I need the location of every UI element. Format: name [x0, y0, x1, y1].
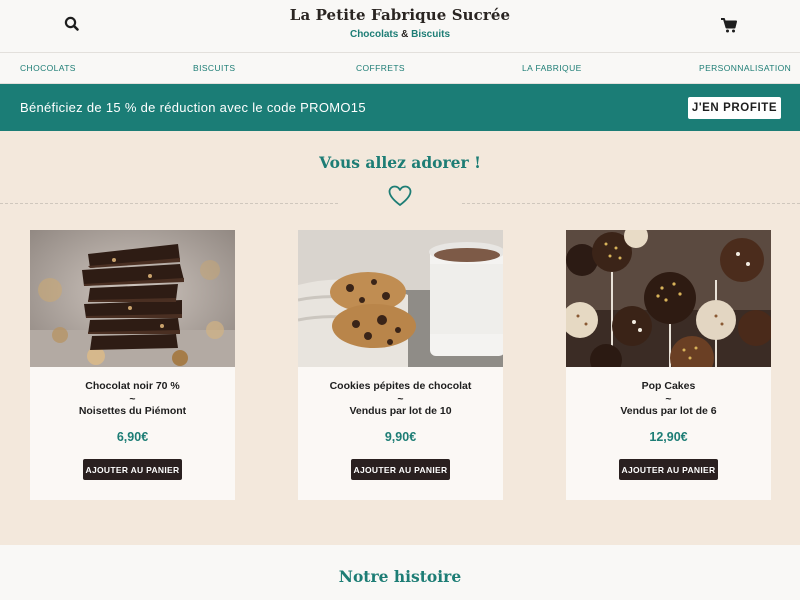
promo-cta-button[interactable]: J'EN PROFITE: [688, 97, 781, 119]
brand-subtitle-ampersand: &: [401, 29, 409, 40]
product-card[interactable]: Chocolat noir 70 % ~ Noisettes du Piémon…: [30, 230, 235, 500]
product-name-line2: Noisettes du Piémont: [78, 405, 187, 417]
product-name-separator: ~: [129, 392, 136, 405]
nav-item-coffrets[interactable]: COFFRETS: [356, 63, 405, 73]
product-name: Cookies pépites de chocolat ~ Vendus par…: [298, 380, 503, 418]
product-name-line2: Vendus par lot de 10: [349, 405, 452, 417]
section-divider-right: [462, 203, 800, 204]
heart-icon: [388, 185, 412, 206]
product-price: 6,90€: [116, 430, 149, 444]
nav-item-la-fabrique[interactable]: LA FABRIQUE: [522, 63, 582, 73]
cart-button[interactable]: [719, 15, 739, 35]
main-nav: CHOCOLATS BISCUITS COFFRETS LA FABRIQUE …: [0, 53, 800, 84]
brand-subtitle: Chocolats & Biscuits: [0, 29, 800, 40]
promo-banner: Bénéficiez de 15 % de réduction avec le …: [0, 84, 800, 131]
promo-text: Bénéficiez de 15 % de réduction avec le …: [20, 100, 366, 115]
story-title: Notre histoire: [338, 567, 462, 586]
product-name-separator: ~: [665, 392, 672, 405]
cart-icon: [721, 18, 737, 33]
featured-products-section: Vous allez adorer ! Chocolat noir 70 % ~…: [0, 131, 800, 545]
site-header: La Petite Fabrique Sucrée Chocolats & Bi…: [0, 0, 800, 53]
product-card[interactable]: Pop Cakes ~ Vendus par lot de 6 12,90€ A…: [566, 230, 771, 500]
brand[interactable]: La Petite Fabrique Sucrée Chocolats & Bi…: [0, 6, 800, 40]
brand-subtitle-biscuits: Biscuits: [411, 29, 451, 40]
add-to-cart-button[interactable]: AJOUTER AU PANIER: [351, 459, 450, 480]
product-card[interactable]: Cookies pépites de chocolat ~ Vendus par…: [298, 230, 503, 500]
add-to-cart-button[interactable]: AJOUTER AU PANIER: [619, 459, 718, 480]
product-name-line1: Cookies pépites de chocolat: [329, 380, 472, 392]
section-divider-left: [0, 203, 338, 204]
product-price: 9,90€: [384, 430, 417, 444]
product-price: 12,90€: [649, 430, 688, 444]
section-title: Vous allez adorer !: [319, 153, 481, 172]
product-name: Chocolat noir 70 % ~ Noisettes du Piémon…: [30, 380, 235, 418]
product-name-line2: Vendus par lot de 6: [620, 405, 717, 417]
add-to-cart-button[interactable]: AJOUTER AU PANIER: [83, 459, 182, 480]
dark-chocolate-stack-image[interactable]: [30, 230, 235, 367]
product-name-line1: Pop Cakes: [641, 380, 696, 392]
product-name: Pop Cakes ~ Vendus par lot de 6: [566, 380, 771, 418]
product-name-separator: ~: [397, 392, 404, 405]
story-section: Notre histoire: [0, 545, 800, 600]
nav-item-personnalisation[interactable]: PERSONNALISATION: [699, 63, 791, 73]
brand-title: La Petite Fabrique Sucrée: [289, 6, 511, 24]
pop-cakes-image[interactable]: [566, 230, 771, 367]
brand-subtitle-chocolats: Chocolats: [349, 29, 399, 40]
cookies-and-hot-chocolate-image[interactable]: [298, 230, 503, 367]
product-name-line1: Chocolat noir 70 %: [85, 380, 180, 392]
nav-item-chocolats[interactable]: CHOCOLATS: [20, 63, 76, 73]
nav-item-biscuits[interactable]: BISCUITS: [193, 63, 235, 73]
